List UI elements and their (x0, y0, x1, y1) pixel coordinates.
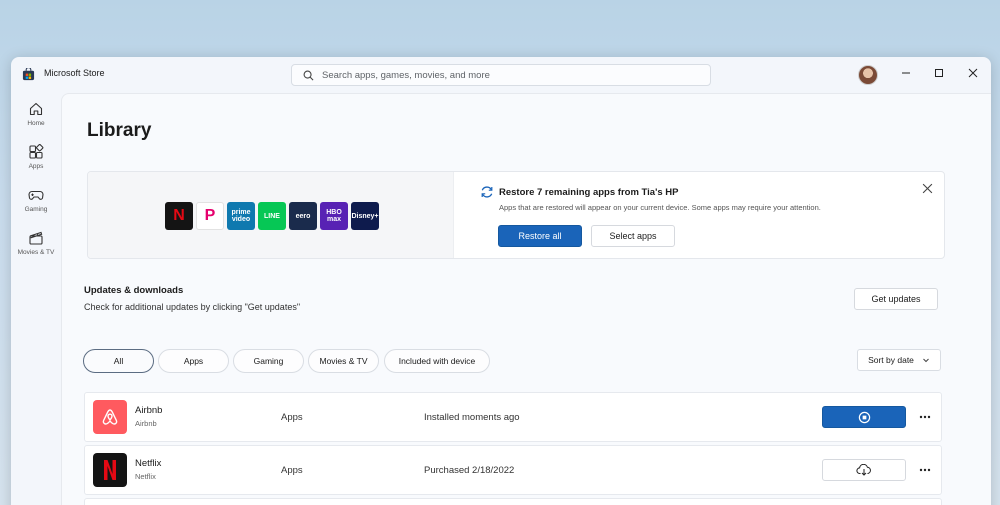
restore-app-tile: LINE (258, 202, 286, 230)
gamepad-icon (28, 190, 44, 200)
filter-gaming[interactable]: Gaming (233, 349, 304, 373)
sidebar-item-label: Movies & TV (17, 249, 55, 256)
sync-icon (481, 186, 493, 198)
store-logo-icon (22, 68, 35, 81)
sidebar-item-apps[interactable]: Apps (11, 140, 61, 180)
library-list: Airbnb Airbnb Apps Installed moments ago (84, 392, 942, 505)
sort-dropdown[interactable]: Sort by date (857, 349, 941, 371)
restore-app-tile: prime video (227, 202, 255, 230)
search-icon (303, 70, 314, 81)
home-icon (29, 102, 43, 116)
more-icon (919, 468, 931, 472)
sidebar-item-home[interactable]: Home (11, 97, 61, 137)
user-avatar[interactable] (858, 65, 878, 85)
close-icon (968, 68, 978, 78)
more-options-button[interactable] (917, 462, 933, 478)
app-status: Installed moments ago (424, 412, 520, 423)
restore-all-button[interactable]: Restore all (498, 225, 582, 247)
select-apps-button[interactable]: Select apps (591, 225, 675, 247)
cloud-download-icon (856, 464, 871, 476)
download-button[interactable] (822, 459, 906, 481)
restore-subtitle: Apps that are restored will appear on yo… (499, 203, 821, 212)
updates-heading: Updates & downloads (84, 285, 184, 296)
maximize-button[interactable] (926, 62, 952, 84)
search-input[interactable] (322, 68, 692, 82)
more-icon (919, 415, 931, 419)
filter-included-with-device[interactable]: Included with device (384, 349, 490, 373)
filter-apps[interactable]: Apps (158, 349, 229, 373)
sidebar-item-label: Apps (28, 163, 44, 170)
netflix-logo-icon (93, 453, 127, 487)
library-row-partial[interactable] (84, 498, 942, 505)
sidebar-item-movies-tv[interactable]: Movies & TV (11, 226, 61, 266)
minimize-icon (902, 72, 910, 74)
app-category: Apps (281, 412, 303, 423)
airbnb-logo-icon (93, 400, 127, 434)
restore-app-tile: Disney+ (351, 202, 379, 230)
get-updates-button[interactable]: Get updates (854, 288, 938, 310)
restore-app-tile: N (165, 202, 193, 230)
restore-app-tile: HBO max (320, 202, 348, 230)
restore-app-preview: N Pprime video LINE eero HBO max Disney+ (88, 172, 454, 258)
library-row-airbnb[interactable]: Airbnb Airbnb Apps Installed moments ago (84, 392, 942, 442)
sort-label: Sort by date (868, 355, 914, 365)
restore-app-tile: eero (289, 202, 317, 230)
apps-icon (29, 144, 44, 159)
clapperboard-icon (29, 231, 43, 245)
stop-icon (858, 411, 870, 423)
app-name: Airbnb (135, 405, 163, 416)
restore-app-tile: P (196, 202, 224, 230)
title-bar: Microsoft Store (11, 57, 991, 93)
stop-download-button[interactable] (822, 406, 906, 428)
maximize-icon (935, 69, 943, 77)
more-options-button[interactable] (917, 409, 933, 425)
app-category: Apps (281, 465, 303, 476)
sidebar-item-label: Gaming (24, 206, 48, 213)
close-window-button[interactable] (960, 62, 986, 84)
chevron-down-icon (923, 358, 929, 363)
store-window: Microsoft Store Home (11, 57, 991, 505)
filter-movies-tv[interactable]: Movies & TV (308, 349, 379, 373)
main-content: Library N Pprime video LINE eero HBO max Disn… (61, 93, 991, 505)
search-box[interactable] (291, 64, 711, 86)
restore-title: Restore 7 remaining apps from Tia's HP (499, 187, 679, 198)
library-row-netflix[interactable]: Netflix Netflix Apps Purchased 2/18/2022 (84, 445, 942, 495)
sidebar-item-gaming[interactable]: Gaming (11, 183, 61, 223)
app-name: Netflix (135, 458, 162, 469)
app-status: Purchased 2/18/2022 (424, 465, 515, 476)
filter-all[interactable]: All (83, 349, 154, 373)
restore-app-icons: N Pprime video LINE eero HBO max Disney+ (165, 202, 379, 230)
updates-description: Check for additional updates by clicking… (84, 302, 301, 312)
sidebar-item-label: Home (27, 120, 45, 127)
app-publisher: Airbnb (135, 419, 157, 428)
sidebar: Home Apps Gaming Movies & TV (11, 93, 61, 505)
restore-card: N Pprime video LINE eero HBO max Disney+ Rest… (87, 171, 945, 259)
minimize-button[interactable] (893, 62, 919, 84)
window-title: Microsoft Store (44, 68, 105, 78)
dismiss-icon[interactable] (922, 183, 933, 194)
app-publisher: Netflix (135, 472, 156, 481)
page-title: Library (87, 120, 152, 141)
